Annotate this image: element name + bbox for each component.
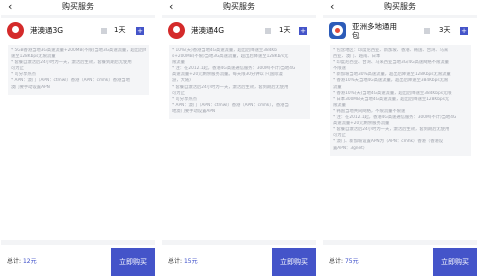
top-bar: ‹ 购买服务 xyxy=(1,0,155,15)
product-name: 港澳通3G xyxy=(30,26,64,35)
total-summary: 总计: 15元 xyxy=(168,258,198,266)
total-summary: 总计: 12元 xyxy=(7,258,37,266)
buy-now-button[interactable]: 立即购买 xyxy=(272,248,316,276)
total-label: 总计: xyxy=(168,258,183,265)
description-line: 澳门要手动设置APN xyxy=(11,84,50,90)
checkout-bar: 总计: 15元 立即购买 xyxy=(162,245,316,276)
description-line: * 套餐自激活后24小时为一天，激活后生效，套到期后无使用 xyxy=(333,127,450,133)
checkout-bar: 总计: 12元 立即购买 xyxy=(1,245,155,276)
product-name: 亚洲多地通用包 xyxy=(352,22,397,40)
checkout-bar: 总计: 75元 立即购买 xyxy=(323,245,477,276)
total-price: 15元 xyxy=(183,258,198,265)
buy-now-button[interactable]: 立即购买 xyxy=(111,248,155,276)
description-line: * 套餐自激活后24小时为一天，激活后生效，套餐到期后无使用 xyxy=(11,60,132,66)
days-value: 1天 xyxy=(279,26,291,34)
plan-description: * 5GB香港当地3G高速流量+200MB(不限)当地3G高速流量，超出后降 速… xyxy=(8,45,149,95)
page-title: 购买服务 xyxy=(223,2,255,11)
increase-days-button[interactable]: + xyxy=(460,27,468,35)
service-panel: ‹ 购买服务 亚洲多地通用包 3天 + * 包含地区：印度尼西亚、新加坡、香港、… xyxy=(323,0,477,276)
decrease-days-button[interactable] xyxy=(101,28,107,34)
product-card: 亚洲多地通用包 3天 + * 包含地区：印度尼西亚、新加坡、香港、韩国、台湾、马… xyxy=(323,18,477,240)
increase-days-button[interactable]: + xyxy=(299,27,307,35)
description-line: * 套餐自激活后24小时为一天，激活后生效，套到期后无使用 xyxy=(172,84,289,90)
description-line: * 印度尼西亚、台湾、马来西亚当地3G/4G高速网络不限流量 xyxy=(333,60,449,66)
product-name: 港澳通4G xyxy=(191,26,225,35)
hong-kong-flag-icon xyxy=(7,22,24,39)
description-line: 置APN：3gnet） xyxy=(333,145,368,151)
service-panel: ‹ 购买服务 港澳通4G 1天 + * 10%(天)香港当地4G高速流量，超出后… xyxy=(162,0,316,276)
description-line: * 香港10%天当地4G高速流量，超出后降速至384Kbps无限 xyxy=(333,78,449,84)
hong-kong-flag-icon xyxy=(168,22,185,39)
total-price: 75元 xyxy=(344,258,359,265)
service-panel: ‹ 购买服务 港澳通3G 1天 + * 5GB香港当地3G高速流量+200MB(… xyxy=(1,0,155,276)
decrease-days-button[interactable] xyxy=(424,28,430,34)
page-title: 购买服务 xyxy=(62,2,94,11)
plan-description: * 10%(天)香港当地4G高速流量，超出后降速至384Kb s+200MB(不… xyxy=(169,45,310,120)
product-card: 港澳通3G 1天 + * 5GB香港当地3G高速流量+200MB(不限)当地3G… xyxy=(1,18,155,240)
total-summary: 总计: 75元 xyxy=(329,258,359,266)
top-bar: ‹ 购买服务 xyxy=(323,0,477,15)
page-title: 购买服务 xyxy=(384,2,416,11)
top-bar: ‹ 购买服务 xyxy=(162,0,316,15)
description-line: 地澳门要手动设置APN xyxy=(172,108,216,114)
days-value: 3天 xyxy=(439,26,451,34)
increase-days-button[interactable]: + xyxy=(136,27,144,35)
description-line: * APN：澳门（APN：ctmwl）香港（APN：cmhk）香港当地 xyxy=(11,78,130,84)
description-line: * 香港10%(天)当地4G高速流量，超出后降速至384Kbps无限 xyxy=(333,90,452,96)
globe-icon xyxy=(329,22,346,39)
decrease-days-button[interactable] xyxy=(265,28,271,34)
description-line: s+200MB(不限)当地3G高速流量，超出后降速至128Kb/s无 xyxy=(172,54,289,60)
description-line: * 日本300MB天当地4G高速流量，超出后降速至128Kbps无 xyxy=(333,96,450,102)
total-label: 总计: xyxy=(329,258,344,265)
product-card: 港澳通4G 1天 + * 10%(天)香港当地4G高速流量，超出后降速至384K… xyxy=(162,18,316,240)
buy-now-button[interactable]: 立即购买 xyxy=(433,248,477,276)
days-value: 1天 xyxy=(114,26,126,34)
plan-description: * 包含地区：印度尼西亚、新加坡、香港、韩国、台湾、马来 西亚、澳门、越南、日本… xyxy=(330,45,471,156)
total-price: 12元 xyxy=(22,258,37,265)
total-label: 总计: xyxy=(7,258,22,265)
